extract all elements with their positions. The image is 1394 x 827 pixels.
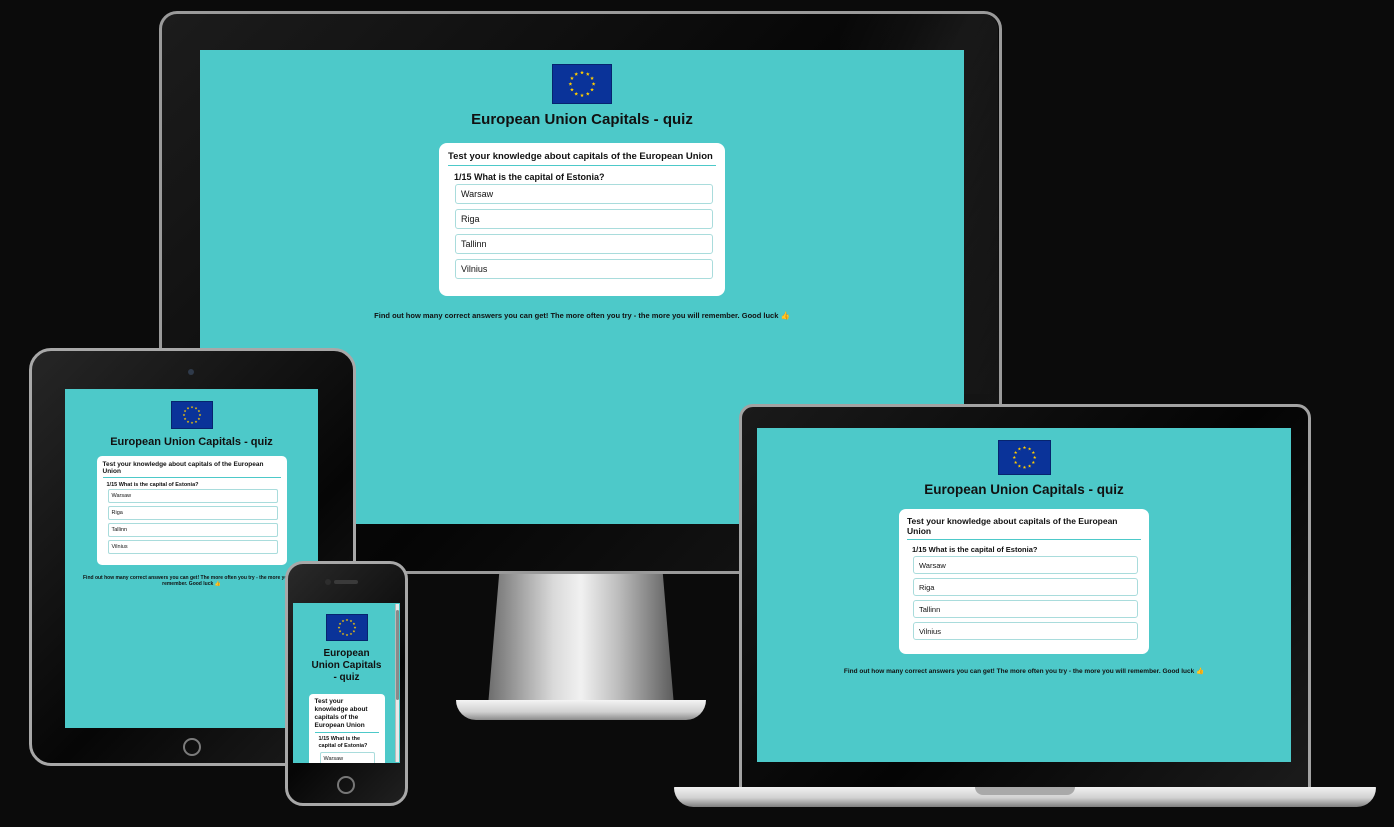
monitor-stand-base [456,700,706,720]
question-text: 1/15 What is the capital of Estonia? [106,482,199,488]
quiz-subtitle: Test your knowledge about capitals of th… [314,698,379,733]
answer-button-vilnius[interactable]: Vilnius [455,259,713,279]
phone-scrollbar[interactable] [395,604,399,762]
phone-speaker [334,580,358,584]
quiz-card: Test your knowledge about capitals of th… [96,456,287,565]
tablet-home-button[interactable] [183,738,201,756]
phone-camera [325,579,331,585]
answer-button-riga[interactable]: Riga [107,506,278,520]
answer-button-vilnius[interactable]: Vilnius [913,622,1138,640]
answer-button-warsaw[interactable]: Warsaw [913,556,1138,574]
quiz-subtitle: Test your knowledge about capitals of th… [102,461,281,478]
footer-note: Find out how many correct answers you ca… [83,575,300,587]
answer-button-warsaw[interactable]: Warsaw [455,184,713,204]
quiz-card: Test your knowledge about capitals of th… [899,509,1149,654]
scrollbar-thumb[interactable] [396,610,399,700]
answer-button-warsaw[interactable]: Warsaw [319,752,375,763]
quiz-subtitle: Test your knowledge about capitals of th… [907,516,1141,540]
quiz-subtitle: Test your knowledge about capitals of th… [448,151,716,166]
tablet-camera [188,369,194,375]
question-text: 1/15 What is the capital of Estonia? [318,736,368,749]
answer-button-tallinn[interactable]: Tallinn [455,234,713,254]
laptop-screen: European Union Capitals - quiz Test your… [757,428,1291,762]
eu-flag-icon [325,614,368,641]
laptop-notch [975,787,1075,795]
answer-button-vilnius[interactable]: Vilnius [107,540,278,554]
eu-flag-graphic [998,441,1050,474]
quiz-card: Test your knowledge about capitals of th… [308,694,385,763]
phone-home-button[interactable] [337,776,355,794]
question-text: 1/15 What is the capital of Estonia? [912,545,1038,554]
answer-button-riga[interactable]: Riga [455,209,713,229]
page-title: European Union Capitals - quiz [110,436,273,448]
answer-button-riga[interactable]: Riga [913,578,1138,596]
tablet-screen: European Union Capitals - quiz Test your… [65,389,318,728]
answer-button-tallinn[interactable]: Tallinn [913,600,1138,618]
footer-note: Find out how many correct answers you ca… [843,668,1205,675]
page-title: European Union Capitals - quiz [924,482,1124,497]
eu-flag-graphic [326,615,367,640]
eu-flag-graphic [553,65,611,103]
eu-flag-icon [997,440,1051,475]
page-title: European Union Capitals - quiz [311,648,382,683]
eu-flag-icon [552,64,612,104]
monitor-stand-neck [488,574,674,706]
eu-flag-graphic [171,402,212,428]
answer-button-tallinn[interactable]: Tallinn [107,523,278,537]
eu-flag-icon [170,401,213,429]
footer-note: Find out how many correct answers you ca… [374,311,790,320]
page-title: European Union Capitals - quiz [471,111,693,128]
question-text: 1/15 What is the capital of Estonia? [454,172,605,182]
answer-button-warsaw[interactable]: Warsaw [107,489,278,503]
quiz-card: Test your knowledge about capitals of th… [439,143,725,296]
phone-screen: European Union Capitals - quiz Test your… [293,603,400,763]
